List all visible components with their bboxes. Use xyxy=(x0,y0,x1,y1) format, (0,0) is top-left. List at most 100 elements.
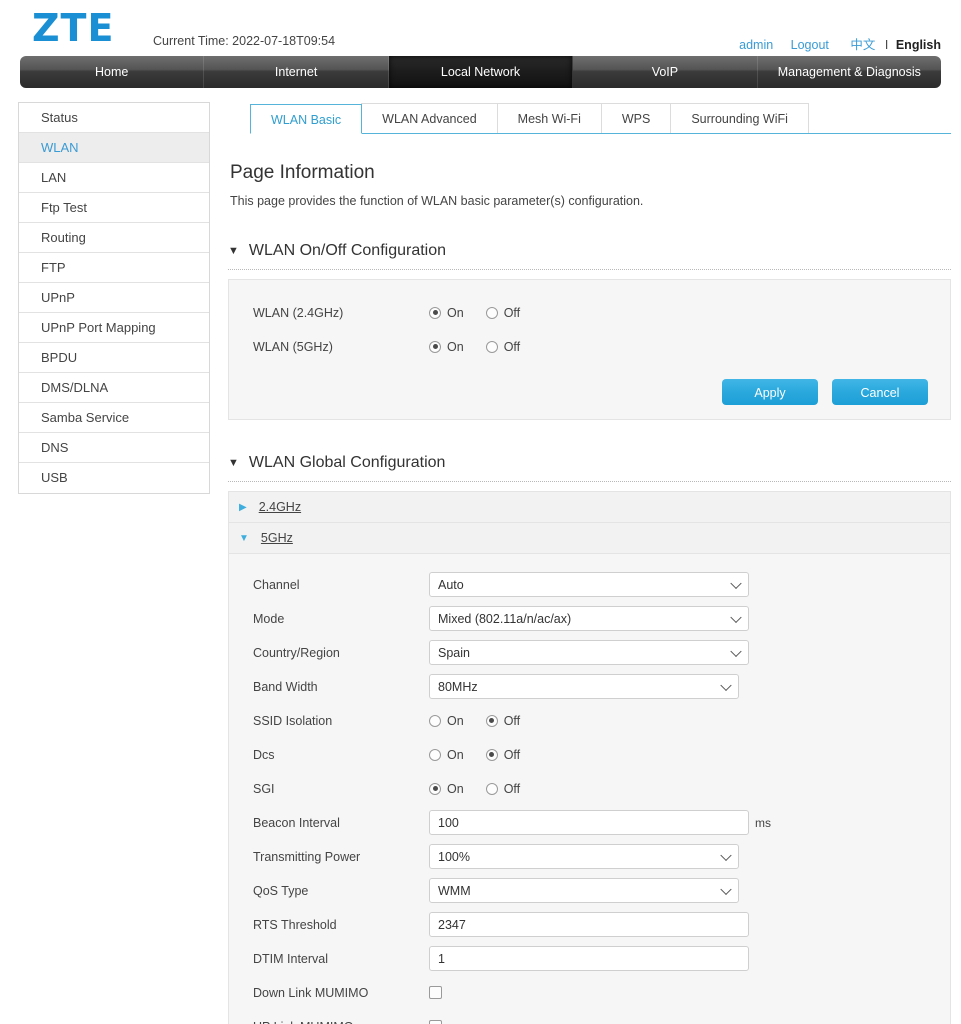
wlan-24ghz-off-option[interactable]: Off xyxy=(485,306,520,320)
chevron-down-icon[interactable]: ▼ xyxy=(228,245,239,257)
sgi-radio-group: On Off xyxy=(429,782,542,796)
beacon-interval-label: Beacon Interval xyxy=(253,815,340,830)
sidebar-item-routing[interactable]: Routing xyxy=(19,223,209,253)
nav-item-management-diagnosis[interactable]: Management & Diagnosis xyxy=(758,56,941,88)
radio-icon[interactable] xyxy=(429,714,441,727)
transmitting-power-value: 100% xyxy=(438,849,470,864)
nav-item-voip[interactable]: VoIP xyxy=(573,56,758,88)
radio-icon[interactable] xyxy=(485,306,498,319)
band-24ghz-link[interactable]: 2.4GHz xyxy=(259,500,301,514)
radio-icon[interactable] xyxy=(485,714,498,727)
sidebar-item-status[interactable]: Status xyxy=(19,103,209,133)
tab-wps[interactable]: WPS xyxy=(600,103,672,133)
rts-threshold-input[interactable]: 2347 xyxy=(429,912,749,937)
up-link-mumimo-row: UP Link MUMIMO xyxy=(229,1012,950,1024)
sidebar-item-usb[interactable]: USB xyxy=(19,463,209,493)
radio-icon[interactable] xyxy=(429,306,441,319)
band-5ghz-form: Channel Auto Mode Mixed (802.11a/n/ac/ax… xyxy=(228,553,951,1024)
dcs-on-option[interactable]: On xyxy=(429,748,464,762)
apply-button-onoff[interactable]: Apply xyxy=(722,379,818,405)
main-content: WLAN Basic WLAN Advanced Mesh Wi-Fi WPS … xyxy=(228,102,951,1024)
sidebar-item-dms-dlna[interactable]: DMS/DLNA xyxy=(19,373,209,403)
chevron-down-icon xyxy=(720,849,732,861)
sidebar-item-upnp-port-mapping[interactable]: UPnP Port Mapping xyxy=(19,313,209,343)
ssid-isolation-label: SSID Isolation xyxy=(253,713,333,728)
sgi-on-option[interactable]: On xyxy=(429,782,464,796)
qos-type-label: QoS Type xyxy=(253,883,309,898)
sidebar-item-upnp[interactable]: UPnP xyxy=(19,283,209,313)
band-width-select[interactable]: 80MHz xyxy=(429,674,739,699)
accordion-row-5ghz[interactable]: ▼ 5GHz xyxy=(228,522,951,553)
radio-icon[interactable] xyxy=(485,782,498,795)
language-chinese-link[interactable]: 中文 xyxy=(850,38,875,52)
page-title: Page Information xyxy=(230,162,375,183)
mode-value: Mixed (802.11a/n/ac/ax) xyxy=(438,611,572,626)
tab-wlan-basic[interactable]: WLAN Basic xyxy=(250,104,363,134)
country-region-select[interactable]: Spain xyxy=(429,640,749,665)
beacon-interval-input[interactable]: 100 xyxy=(429,810,749,835)
nav-item-internet[interactable]: Internet xyxy=(204,56,389,88)
admin-link[interactable]: admin xyxy=(739,38,773,52)
down-link-mumimo-label: Down Link MUMIMO xyxy=(253,985,369,1000)
band-accordion: ▶ 2.4GHz ▼ 5GHz Channel Auto Mode Mixed … xyxy=(228,491,951,1024)
rts-threshold-row: RTS Threshold 2347 xyxy=(229,910,950,939)
sidebar-item-wlan[interactable]: WLAN xyxy=(19,133,209,163)
down-link-mumimo-checkbox[interactable] xyxy=(429,986,442,999)
channel-select[interactable]: Auto xyxy=(429,572,749,597)
qos-type-select[interactable]: WMM xyxy=(429,878,739,903)
rts-threshold-label: RTS Threshold xyxy=(253,917,337,932)
dcs-off-option[interactable]: Off xyxy=(485,748,520,762)
sidebar-item-samba-service[interactable]: Samba Service xyxy=(19,403,209,433)
logout-link[interactable]: Logout xyxy=(791,38,829,52)
wlan-24ghz-on-option[interactable]: On xyxy=(429,306,464,320)
nav-item-local-network[interactable]: Local Network xyxy=(388,56,574,88)
qos-type-row: QoS Type WMM xyxy=(229,876,950,905)
country-region-row: Country/Region Spain xyxy=(229,638,950,667)
wlan-onoff-section-title: WLAN On/Off Configuration xyxy=(248,242,447,259)
language-english-link[interactable]: English xyxy=(896,38,941,52)
beacon-interval-unit: ms xyxy=(755,815,771,830)
chevron-down-icon[interactable]: ▼ xyxy=(239,533,249,544)
channel-label: Channel xyxy=(253,577,300,592)
radio-icon[interactable] xyxy=(429,748,441,761)
wlan-global-section-title: WLAN Global Configuration xyxy=(248,454,446,471)
sidebar-item-ftp-test[interactable]: Ftp Test xyxy=(19,193,209,223)
sidebar-item-dns[interactable]: DNS xyxy=(19,433,209,463)
chevron-right-icon[interactable]: ▶ xyxy=(239,502,247,513)
cancel-button-onoff[interactable]: Cancel xyxy=(832,379,928,405)
dtim-interval-label: DTIM Interval xyxy=(253,951,329,966)
up-link-mumimo-checkbox[interactable] xyxy=(429,1020,442,1024)
nav-item-home[interactable]: Home xyxy=(20,56,205,88)
band-width-value: 80MHz xyxy=(438,679,478,694)
wlan-5ghz-on-option[interactable]: On xyxy=(429,340,464,354)
sidebar-item-bpdu[interactable]: BPDU xyxy=(19,343,209,373)
sidebar-item-ftp[interactable]: FTP xyxy=(19,253,209,283)
mode-select[interactable]: Mixed (802.11a/n/ac/ax) xyxy=(429,606,749,631)
ssid-isolation-off-option[interactable]: Off xyxy=(485,714,520,728)
ssid-isolation-radio-group: On Off xyxy=(429,714,542,728)
wlan-24ghz-on-label: On xyxy=(447,305,464,320)
ssid-isolation-on-option[interactable]: On xyxy=(429,714,464,728)
radio-icon[interactable] xyxy=(429,782,441,795)
tab-wlan-advanced[interactable]: WLAN Advanced xyxy=(361,103,498,133)
radio-icon[interactable] xyxy=(485,340,498,353)
wlan-onoff-button-row: Apply Cancel xyxy=(229,379,950,405)
channel-row: Channel Auto xyxy=(229,570,950,599)
dcs-radio-group: On Off xyxy=(429,748,542,762)
radio-icon[interactable] xyxy=(485,748,498,761)
dtim-interval-input[interactable]: 1 xyxy=(429,946,749,971)
wlan-5ghz-off-option[interactable]: Off xyxy=(485,340,520,354)
tab-mesh-wifi[interactable]: Mesh Wi-Fi xyxy=(496,103,602,133)
accordion-row-24ghz[interactable]: ▶ 2.4GHz xyxy=(228,491,951,522)
band-5ghz-link[interactable]: 5GHz xyxy=(261,531,293,545)
wlan-24ghz-radio-group: On Off xyxy=(429,306,542,320)
transmitting-power-row: Transmitting Power 100% xyxy=(229,842,950,871)
sidebar-item-lan[interactable]: LAN xyxy=(19,163,209,193)
sgi-off-option[interactable]: Off xyxy=(485,782,520,796)
chevron-down-icon[interactable]: ▼ xyxy=(228,457,239,469)
transmitting-power-select[interactable]: 100% xyxy=(429,844,739,869)
radio-icon[interactable] xyxy=(429,340,441,353)
page-header: ZTE Current Time: 2022-07-18T09:54 admin… xyxy=(0,0,961,56)
tab-surrounding-wifi[interactable]: Surrounding WiFi xyxy=(670,103,809,133)
chevron-down-icon xyxy=(730,611,742,623)
